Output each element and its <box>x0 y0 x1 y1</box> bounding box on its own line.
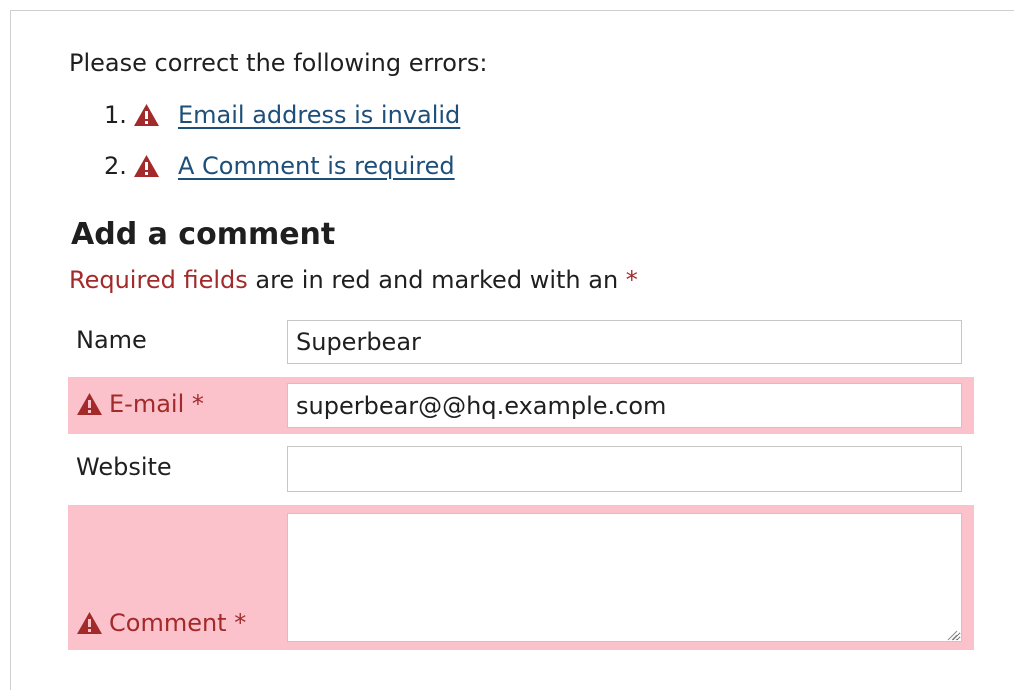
error-link-email[interactable]: Email address is invalid <box>178 101 460 129</box>
warning-icon <box>133 154 160 178</box>
required-fields-note: Required fields are in red and marked wi… <box>69 264 638 296</box>
error-summary-list: 1. Email address is invalid 2. A Comment… <box>104 98 460 200</box>
website-field[interactable] <box>287 446 962 492</box>
comment-textarea[interactable] <box>287 513 962 642</box>
warning-icon <box>76 392 103 416</box>
email-label: E-mail * <box>109 390 204 418</box>
comment-label-wrapper: Comment * <box>76 609 246 637</box>
required-fields-text: are in red and marked with an <box>247 266 626 294</box>
required-asterisk: * <box>625 266 638 294</box>
error-number: 1. <box>104 101 127 129</box>
form-title: Add a comment <box>71 217 336 252</box>
website-label: Website <box>76 453 172 481</box>
error-link-comment[interactable]: A Comment is required <box>178 152 455 180</box>
warning-icon <box>133 103 160 127</box>
error-summary-heading: Please correct the following errors: <box>69 49 488 77</box>
comment-row: Comment * <box>68 505 974 650</box>
error-number: 2. <box>104 152 127 180</box>
required-fields-highlight: Required fields <box>69 266 248 294</box>
comment-label: Comment * <box>109 609 247 637</box>
error-summary-item: 2. A Comment is required <box>104 149 460 183</box>
name-field[interactable] <box>287 320 962 364</box>
name-row: Name <box>68 314 974 370</box>
email-field[interactable] <box>287 383 962 428</box>
error-summary-item: 1. Email address is invalid <box>104 98 460 132</box>
name-label: Name <box>76 326 147 354</box>
email-row: E-mail * <box>68 377 974 434</box>
warning-icon <box>76 611 103 635</box>
email-label-wrapper: E-mail * <box>76 390 204 418</box>
website-row: Website <box>68 440 974 498</box>
